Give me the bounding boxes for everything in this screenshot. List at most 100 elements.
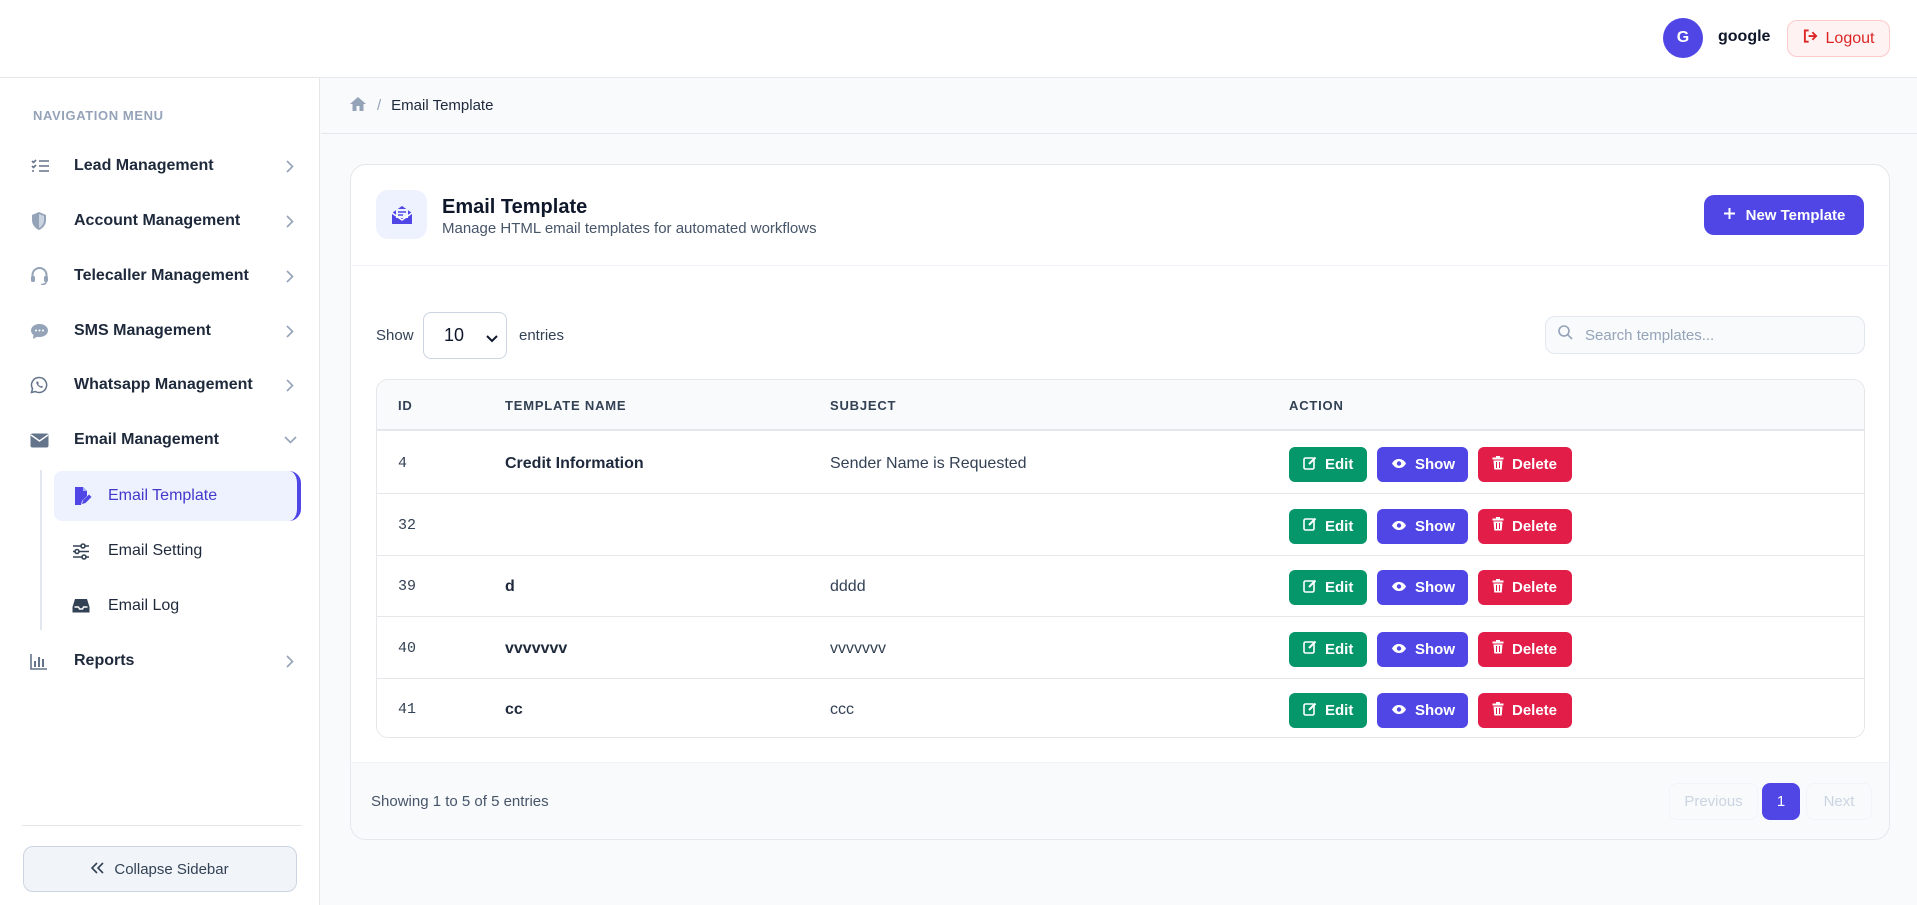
- column-header-subject[interactable]: SUBJECT: [830, 398, 896, 413]
- eye-icon: [1391, 702, 1407, 719]
- edit-label: Edit: [1325, 702, 1354, 719]
- page-1-button[interactable]: 1: [1762, 783, 1800, 820]
- sidebar-item-sms-management[interactable]: SMS Management: [30, 311, 300, 351]
- search-box: [1545, 316, 1865, 354]
- show-button[interactable]: Show: [1377, 693, 1468, 728]
- sidebar-item-label: Whatsapp Management: [74, 376, 253, 393]
- show-button[interactable]: Show: [1377, 447, 1468, 482]
- edit-icon: [1303, 517, 1317, 535]
- show-button[interactable]: Show: [1377, 631, 1468, 667]
- sidebar-item-label: Lead Management: [74, 157, 214, 174]
- template-name: Credit Information: [505, 455, 644, 472]
- template-subject: dddd: [830, 578, 866, 595]
- sidebar-item-whatsapp-management[interactable]: Whatsapp Management: [30, 365, 300, 405]
- delete-button[interactable]: Delete: [1478, 631, 1572, 667]
- entries-value: 10: [444, 325, 465, 345]
- show-label: Show: [1415, 579, 1455, 596]
- top-bar: G google Logout: [0, 0, 1917, 78]
- delete-label: Delete: [1512, 640, 1558, 658]
- row-actions: Edit Show Delete: [1289, 447, 1572, 482]
- column-header-id[interactable]: ID: [398, 398, 413, 413]
- search-input[interactable]: [1585, 326, 1845, 344]
- edit-label: Edit: [1325, 579, 1354, 596]
- user-name: google: [1718, 28, 1771, 45]
- template-id: 41: [398, 701, 417, 718]
- entries-select[interactable]: 10: [423, 312, 507, 359]
- trash-icon: [1492, 455, 1504, 474]
- chart-icon: [30, 653, 64, 670]
- show-label: Show: [1415, 640, 1455, 658]
- card-header: Email Template Manage HTML email templat…: [351, 165, 1889, 266]
- sidebar-subitem-email-template[interactable]: Email Template: [54, 471, 301, 521]
- table-row: 4 Credit Information Sender Name is Reques…: [377, 433, 1864, 494]
- previous-page-button[interactable]: Previous: [1669, 783, 1758, 820]
- delete-button[interactable]: Delete: [1478, 570, 1572, 605]
- trash-icon: [1492, 517, 1504, 535]
- breadcrumb-current: Email Template: [391, 97, 494, 114]
- sidebar-item-lead-management[interactable]: Lead Management: [30, 146, 300, 186]
- sidebar-subitem-email-setting[interactable]: Email Setting: [54, 526, 301, 576]
- edit-icon: [1303, 640, 1317, 658]
- next-page-button[interactable]: Next: [1806, 783, 1872, 820]
- edit-label: Edit: [1325, 640, 1354, 658]
- edit-button[interactable]: Edit: [1289, 693, 1367, 728]
- sidebar-subitem-label: Email Log: [108, 597, 180, 614]
- sidebar-item-telecaller-management[interactable]: Telecaller Management: [30, 256, 300, 296]
- collapse-label: Collapse Sidebar: [114, 860, 229, 878]
- sidebar-subitem-email-log[interactable]: Email Log: [54, 581, 301, 631]
- edit-icon: [1303, 456, 1317, 474]
- chevron-right-icon: [280, 269, 300, 283]
- logout-label: Logout: [1825, 29, 1875, 47]
- edit-button[interactable]: Edit: [1289, 570, 1367, 605]
- sidebar-subitem-label: Email Template: [108, 487, 218, 504]
- headset-icon: [30, 267, 64, 285]
- sidebar-item-account-management[interactable]: Account Management: [30, 201, 300, 241]
- delete-label: Delete: [1512, 517, 1558, 535]
- new-template-button[interactable]: New Template: [1704, 195, 1864, 235]
- delete-label: Delete: [1512, 579, 1558, 596]
- sidebar: NAVIGATION MENU Lead Management Account …: [0, 78, 320, 905]
- edit-button[interactable]: Edit: [1289, 631, 1367, 667]
- template-name: vvvvvvv: [505, 639, 568, 657]
- sidebar-item-reports[interactable]: Reports: [30, 641, 300, 681]
- nav-heading: NAVIGATION MENU: [33, 108, 164, 123]
- delete-button[interactable]: Delete: [1478, 508, 1572, 544]
- template-id: 32: [398, 516, 417, 534]
- show-label: Show: [1415, 517, 1455, 535]
- avatar[interactable]: G: [1663, 18, 1703, 58]
- sidebar-item-label: Telecaller Management: [74, 267, 249, 284]
- inbox-icon: [72, 598, 98, 614]
- table-row: 32 Edit Show Delete: [377, 494, 1864, 556]
- eye-icon: [1391, 456, 1407, 473]
- plus-icon: [1723, 207, 1736, 224]
- delete-label: Delete: [1512, 456, 1558, 473]
- row-actions: Edit Show Delete: [1289, 570, 1572, 605]
- column-header-template-name[interactable]: TEMPLATE NAME: [505, 398, 626, 413]
- breadcrumb-separator: /: [377, 97, 382, 114]
- delete-label: Delete: [1512, 702, 1558, 719]
- delete-button[interactable]: Delete: [1478, 447, 1572, 482]
- edit-button[interactable]: Edit: [1289, 508, 1367, 544]
- sidebar-item-email-management[interactable]: Email Management: [30, 420, 300, 460]
- shield-icon: [30, 211, 64, 231]
- logout-button[interactable]: Logout: [1787, 20, 1890, 57]
- column-header-action: ACTION: [1289, 398, 1344, 413]
- show-label: Show: [1415, 456, 1455, 473]
- delete-button[interactable]: Delete: [1478, 693, 1572, 728]
- search-icon: [1558, 325, 1573, 345]
- list-check-icon: [30, 158, 64, 174]
- edit-button[interactable]: Edit: [1289, 447, 1367, 482]
- chevron-right-icon: [280, 159, 300, 173]
- show-button[interactable]: Show: [1377, 508, 1468, 544]
- trash-icon: [1492, 701, 1504, 720]
- page-subtitle: Manage HTML email templates for automate…: [442, 220, 817, 237]
- page-title: Email Template: [442, 196, 588, 218]
- collapse-sidebar-button[interactable]: Collapse Sidebar: [23, 846, 297, 892]
- template-subject: Sender Name is Requested: [830, 455, 1027, 472]
- entries-label: entries: [519, 327, 565, 344]
- home-icon[interactable]: [349, 96, 367, 116]
- whatsapp-icon: [30, 376, 64, 394]
- chevron-right-icon: [280, 324, 300, 338]
- show-button[interactable]: Show: [1377, 570, 1468, 605]
- show-label: Show: [1415, 702, 1455, 719]
